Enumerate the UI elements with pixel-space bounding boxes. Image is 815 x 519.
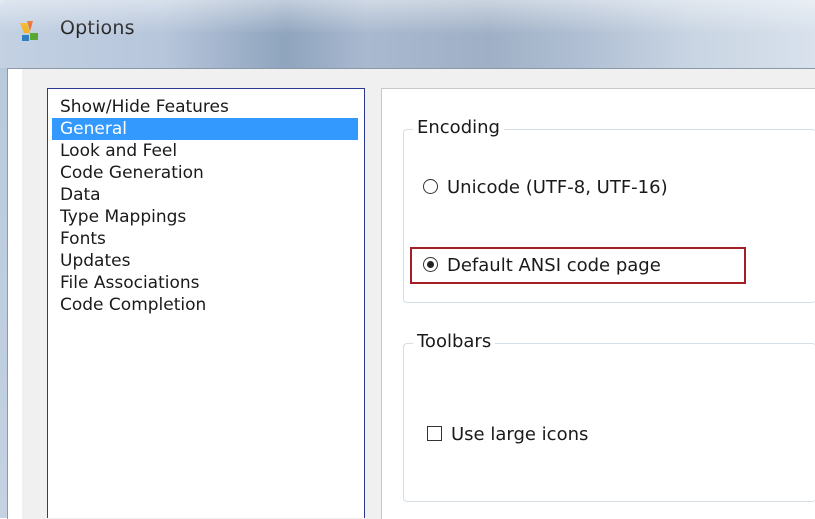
large-icons-option[interactable]: Use large icons (427, 423, 588, 447)
category-item-updates[interactable]: Updates (52, 250, 358, 272)
category-item-file-associations[interactable]: File Associations (52, 272, 358, 294)
unicode-radio-label: Unicode (UTF-8, UTF-16) (447, 177, 668, 198)
unicode-radio-option[interactable]: Unicode (UTF-8, UTF-16) (423, 176, 668, 200)
unicode-radio[interactable] (423, 179, 438, 194)
category-item-fonts[interactable]: Fonts (52, 228, 358, 250)
large-icons-checkbox[interactable] (427, 426, 442, 441)
window-title: Options (60, 17, 135, 39)
category-list[interactable]: Show/Hide Features General Look and Feel… (47, 88, 365, 518)
title-bar[interactable]: Options (0, 0, 815, 68)
category-item-code-completion[interactable]: Code Completion (52, 294, 358, 316)
category-item-data[interactable]: Data (52, 184, 358, 206)
category-item-general[interactable]: General (52, 118, 358, 140)
toolbars-group-label: Toolbars (413, 330, 496, 354)
category-item-show-hide-features[interactable]: Show/Hide Features (52, 96, 358, 118)
highlight-box (410, 247, 746, 284)
encoding-group-label: Encoding (413, 116, 504, 140)
large-icons-label: Use large icons (451, 424, 589, 445)
window-frame: Options Show/Hide Features General Look … (0, 0, 815, 519)
category-item-look-and-feel[interactable]: Look and Feel (52, 140, 358, 162)
category-item-type-mappings[interactable]: Type Mappings (52, 206, 358, 228)
options-app-icon (20, 21, 38, 41)
category-item-code-generation[interactable]: Code Generation (52, 162, 358, 184)
